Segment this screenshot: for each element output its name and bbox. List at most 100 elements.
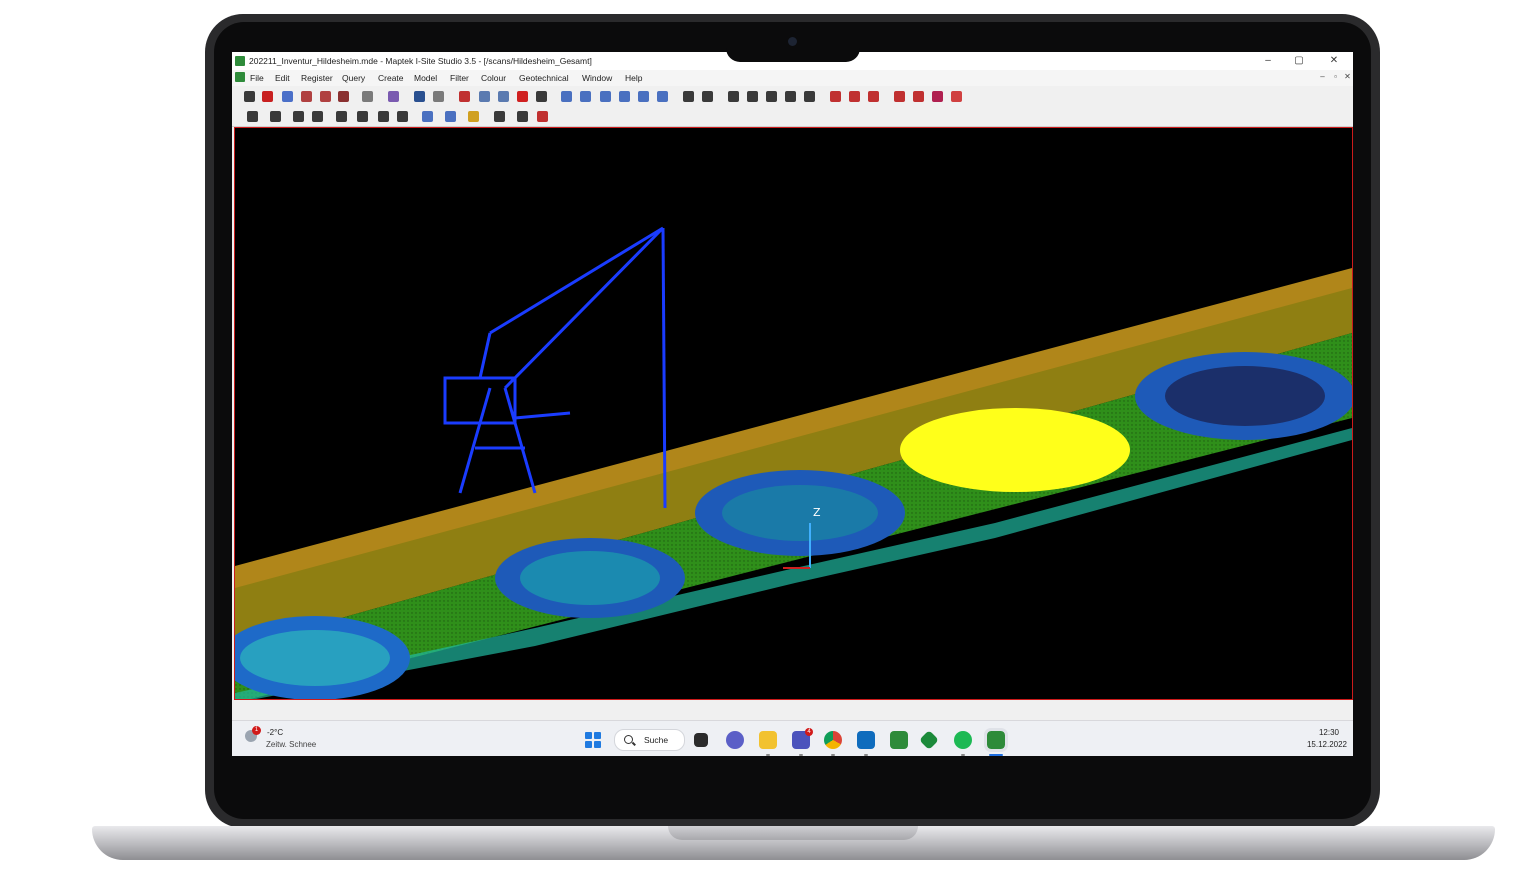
- teams-badge: 4: [805, 728, 813, 736]
- decimate-icon[interactable]: [600, 91, 611, 102]
- register-auto-icon[interactable]: [849, 91, 860, 102]
- windows-start-button[interactable]: [585, 732, 601, 748]
- delete-icon[interactable]: [517, 91, 528, 102]
- refresh-icon[interactable]: [702, 91, 713, 102]
- menu-bar: File Edit Register Query Create Model Fi…: [232, 70, 1353, 86]
- close-button[interactable]: ✕: [1320, 54, 1348, 68]
- main-toolbar: [232, 87, 1353, 106]
- secondary-toolbar: [232, 107, 1353, 127]
- file-explorer-icon[interactable]: [759, 731, 777, 749]
- swap-icon[interactable]: [683, 91, 694, 102]
- paste-icon[interactable]: [498, 91, 509, 102]
- menu-geotechnical[interactable]: Geotechnical: [519, 73, 569, 83]
- camera-view-icon[interactable]: [270, 111, 281, 122]
- spotify-icon[interactable]: [954, 731, 972, 749]
- stockpile-2-top: [520, 551, 660, 605]
- stockpile-selected: [900, 408, 1130, 492]
- lasso-icon[interactable]: [362, 91, 373, 102]
- mdi-restore-button[interactable]: ▫: [1331, 72, 1340, 82]
- isite-studio-active-icon[interactable]: [984, 728, 1008, 752]
- select-line-icon[interactable]: [301, 91, 312, 102]
- menu-colour[interactable]: Colour: [481, 73, 506, 83]
- crop-icon[interactable]: [536, 91, 547, 102]
- isite-studio-icon[interactable]: [890, 731, 908, 749]
- clock-time[interactable]: 12:30: [1319, 728, 1339, 737]
- start-tile-4: [594, 741, 601, 748]
- clock-date[interactable]: 15.12.2022: [1307, 740, 1347, 749]
- mdi-minimize-button[interactable]: –: [1318, 72, 1327, 82]
- grid-icon[interactable]: [293, 111, 304, 122]
- colour-rgb-icon[interactable]: [951, 91, 962, 102]
- select-pointer-icon[interactable]: [262, 91, 273, 102]
- colour-scan-icon[interactable]: [913, 91, 924, 102]
- register-icon[interactable]: [830, 91, 841, 102]
- menu-file[interactable]: File: [250, 73, 264, 83]
- spotify-running-indicator: [961, 754, 965, 756]
- weather-description[interactable]: Zeitw. Schnee: [266, 740, 316, 749]
- minimize-button[interactable]: –: [1254, 54, 1282, 68]
- pan-hand-icon[interactable]: [244, 91, 255, 102]
- taskbar: 1 -2°C Zeitw. Schnee Suche 4 12:30 15.12…: [232, 720, 1353, 756]
- info-icon[interactable]: [312, 111, 323, 122]
- split-icon[interactable]: [619, 91, 630, 102]
- points-icon[interactable]: [728, 91, 739, 102]
- register-manual-icon[interactable]: [868, 91, 879, 102]
- select-box-icon[interactable]: [338, 91, 349, 102]
- section-icon[interactable]: [378, 111, 389, 122]
- view-icon[interactable]: [247, 111, 258, 122]
- screen: 202211_Inventur_Hildesheim.mde - Maptek …: [232, 52, 1353, 756]
- polygon-icon[interactable]: [766, 91, 777, 102]
- merge-icon[interactable]: [638, 91, 649, 102]
- chat-icon[interactable]: [726, 731, 744, 749]
- weather-badge: 1: [252, 726, 261, 735]
- redo-icon[interactable]: [433, 91, 444, 102]
- triangulate-icon[interactable]: [785, 91, 796, 102]
- mdi-close-button[interactable]: ✕: [1343, 72, 1352, 82]
- light-icon[interactable]: [445, 111, 456, 122]
- undo-icon[interactable]: [414, 91, 425, 102]
- filter-points-icon[interactable]: [561, 91, 572, 102]
- tripod-icon[interactable]: [357, 111, 368, 122]
- menu-help[interactable]: Help: [625, 73, 642, 83]
- outlook-icon[interactable]: [857, 731, 875, 749]
- menu-query[interactable]: Query: [342, 73, 365, 83]
- chrome-running-indicator: [831, 754, 835, 756]
- chrome-icon[interactable]: [824, 731, 842, 749]
- colour-height-icon[interactable]: [894, 91, 905, 102]
- select-points-icon[interactable]: [282, 91, 293, 102]
- maptek-app-icon[interactable]: [919, 730, 939, 750]
- active-app-indicator: [989, 754, 1003, 756]
- layers-icon[interactable]: [397, 111, 408, 122]
- weather-temperature[interactable]: -2°C: [267, 728, 283, 737]
- mesh-icon[interactable]: [422, 111, 433, 122]
- search-box[interactable]: Suche: [614, 729, 685, 751]
- cut-icon[interactable]: [459, 91, 470, 102]
- snapshot-icon[interactable]: [517, 111, 528, 122]
- copy-icon[interactable]: [479, 91, 490, 102]
- search-icon: [624, 735, 633, 744]
- maximize-button[interactable]: ▢: [1285, 54, 1313, 68]
- report-icon[interactable]: [494, 111, 505, 122]
- smooth-icon[interactable]: [580, 91, 591, 102]
- grid-select-icon[interactable]: [388, 91, 399, 102]
- menu-register[interactable]: Register: [301, 73, 333, 83]
- start-tile-1: [585, 732, 592, 739]
- colour-intensity-icon[interactable]: [932, 91, 943, 102]
- 3d-viewport[interactable]: Z: [234, 127, 1353, 700]
- tag-icon[interactable]: [537, 111, 548, 122]
- menu-edit[interactable]: Edit: [275, 73, 290, 83]
- star-icon[interactable]: [804, 91, 815, 102]
- task-view-icon[interactable]: [694, 733, 708, 747]
- menu-create[interactable]: Create: [378, 73, 404, 83]
- measure-icon[interactable]: [468, 111, 479, 122]
- point-cloud-scene: Z: [235, 226, 1352, 699]
- axis-icon[interactable]: [336, 111, 347, 122]
- edit-polygon-icon[interactable]: [320, 91, 331, 102]
- menu-filter[interactable]: Filter: [450, 73, 469, 83]
- remove-points-icon[interactable]: [657, 91, 668, 102]
- camera-icon: [788, 37, 797, 46]
- polyline-icon[interactable]: [747, 91, 758, 102]
- menu-window[interactable]: Window: [582, 73, 612, 83]
- laptop-base-groove: [668, 826, 918, 840]
- menu-model[interactable]: Model: [414, 73, 437, 83]
